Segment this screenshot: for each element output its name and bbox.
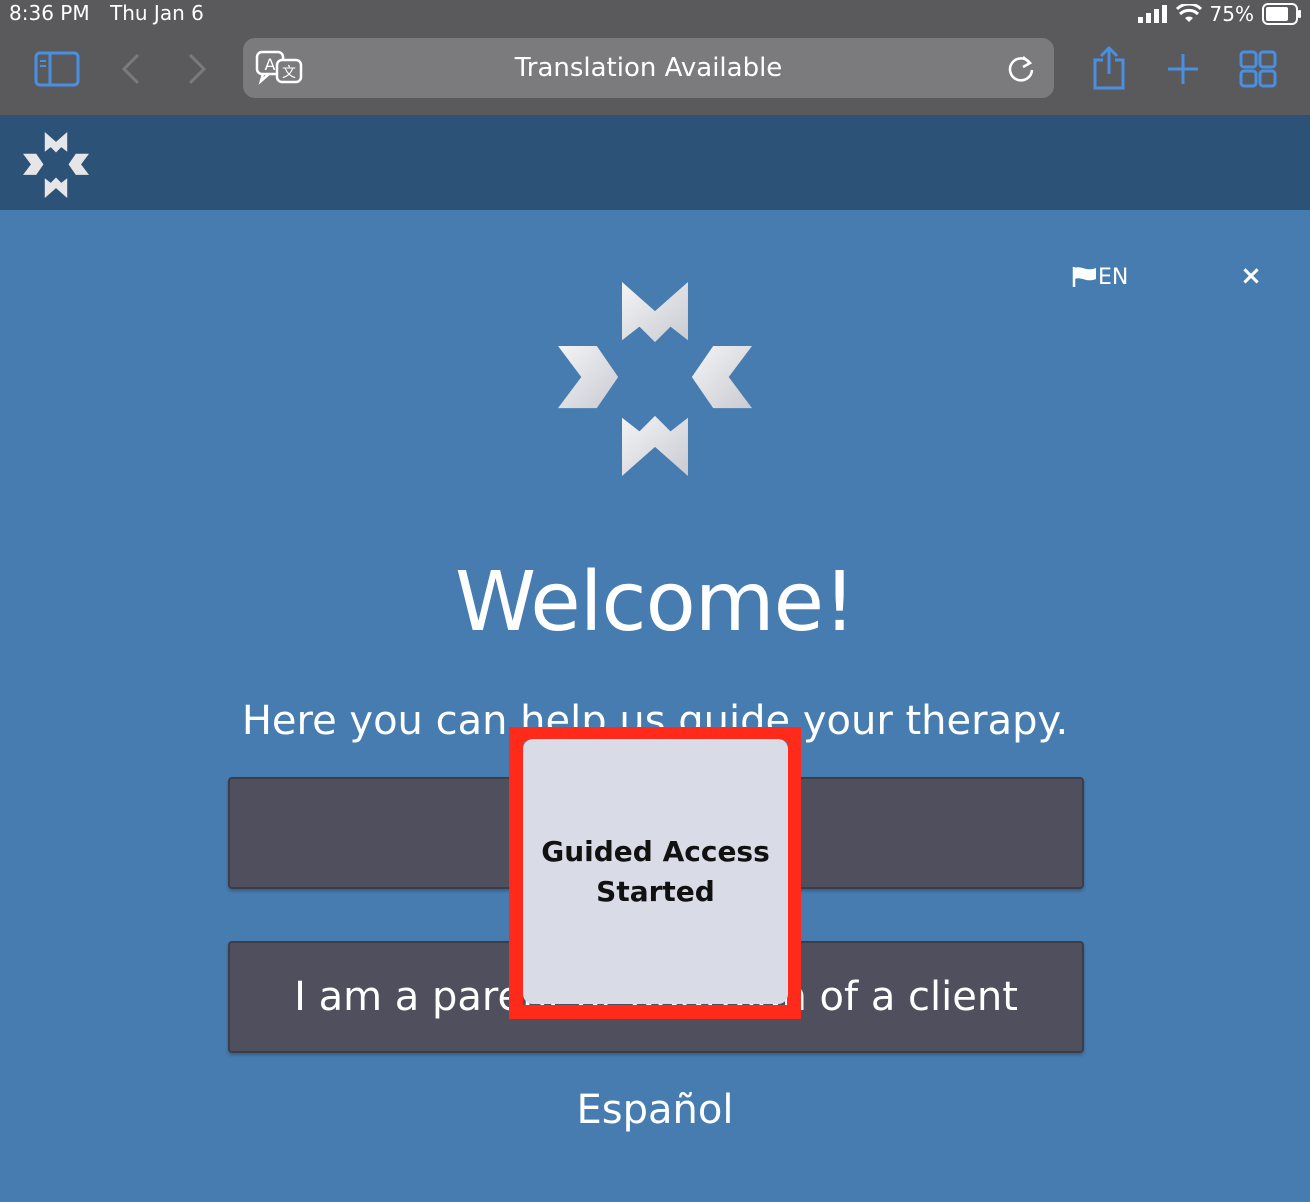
sidebar-icon[interactable]: [34, 50, 80, 88]
status-date: Thu Jan 6: [110, 1, 204, 25]
new-tab-icon[interactable]: [1166, 52, 1200, 86]
battery-percent: 75%: [1209, 2, 1254, 26]
status-time: 8:36 PM: [9, 1, 90, 25]
forward-icon[interactable]: [184, 52, 210, 86]
reload-icon[interactable]: [1005, 52, 1037, 84]
app-header: EN ×: [0, 115, 1310, 290]
cellular-signal-icon: [1137, 5, 1167, 23]
browser-chrome: 8:36 PM Thu Jan 6 75% A 文 Translation Av…: [0, 0, 1310, 115]
flag-icon: [1072, 267, 1096, 287]
language-toggle[interactable]: EN: [1072, 262, 1128, 292]
tab-overview-icon[interactable]: [1238, 50, 1278, 88]
popup-line-2: Started: [596, 874, 715, 908]
close-icon[interactable]: ×: [1238, 263, 1264, 289]
spanish-language-link[interactable]: Español: [0, 1087, 1310, 1133]
brand-logo-large: [558, 282, 752, 476]
address-text[interactable]: Translation Available: [243, 38, 1054, 98]
battery-icon: [1262, 3, 1301, 25]
guided-access-message: Guided Access Started: [536, 832, 776, 912]
popup-line-1: Guided Access: [541, 834, 770, 868]
brand-logo[interactable]: [22, 132, 90, 198]
page-title: Welcome!: [455, 555, 856, 650]
back-icon[interactable]: [118, 52, 144, 86]
wifi-icon: [1175, 4, 1202, 22]
guided-access-popup: Guided Access Started: [523, 739, 788, 1004]
address-bar[interactable]: A 文 Translation Available: [243, 38, 1054, 98]
share-icon[interactable]: [1090, 46, 1128, 90]
status-indicators: 75%: [1137, 2, 1302, 26]
language-label: EN: [1098, 264, 1129, 290]
